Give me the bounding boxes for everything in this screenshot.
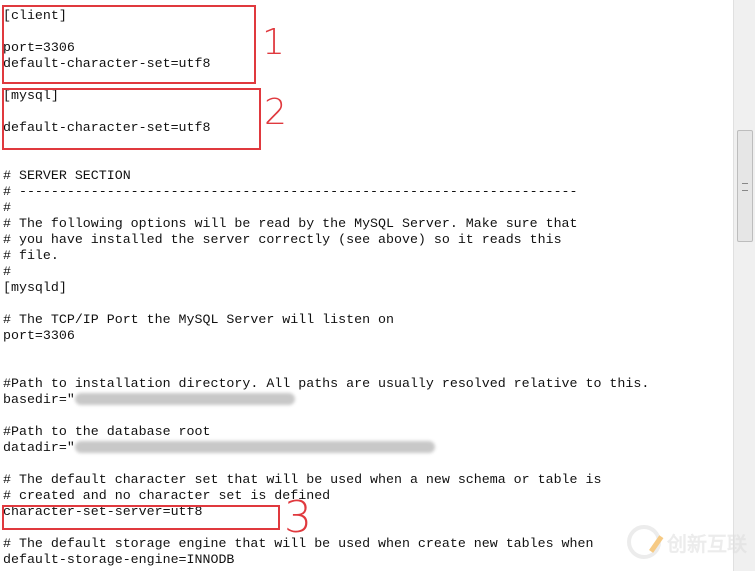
config-line: # [3, 200, 649, 216]
config-line: # The default character set that will be… [3, 472, 649, 488]
config-line: # file. [3, 248, 649, 264]
config-line: datadir=" [3, 440, 649, 456]
config-line: # you have installed the server correctl… [3, 232, 649, 248]
line-text: # SERVER SECTION [3, 168, 131, 183]
line-text: port=3306 [3, 328, 75, 343]
config-line: # The following options will be read by … [3, 216, 649, 232]
line-text: [mysqld] [3, 280, 67, 295]
config-line: basedir=" [3, 392, 649, 408]
annotation-number-2: 2 [264, 92, 287, 133]
redacted-path [74, 441, 435, 454]
line-text: #Path to installation directory. All pat… [3, 376, 650, 391]
config-line [3, 360, 649, 376]
line-text: # The default character set that will be… [3, 472, 602, 487]
line-text: # [3, 264, 11, 279]
watermark: 创新互联 [627, 525, 747, 559]
config-line: # created and no character set is define… [3, 488, 649, 504]
config-line: # The TCP/IP Port the MySQL Server will … [3, 312, 649, 328]
line-text: #Path to the database root [3, 424, 211, 439]
config-line: # The default storage engine that will b… [3, 536, 649, 552]
line-text: # you have installed the server correctl… [3, 232, 562, 247]
watermark-text: 创新互联 [667, 531, 747, 556]
config-line [3, 344, 649, 360]
line-text: datadir=" [3, 440, 75, 455]
redacted-path [74, 393, 295, 406]
config-line: default-storage-engine=INNODB [3, 552, 649, 568]
config-line [3, 152, 649, 168]
line-text: basedir=" [3, 392, 75, 407]
config-line [3, 456, 649, 472]
annotation-number-3: 3 [284, 492, 312, 543]
config-line [3, 296, 649, 312]
annotation-number-1: 1 [262, 22, 285, 63]
highlight-box-2 [2, 88, 261, 150]
line-text: # [3, 200, 11, 215]
config-line: port=3306 [3, 328, 649, 344]
highlight-box-1 [2, 5, 256, 84]
line-text: default-storage-engine=INNODB [3, 552, 235, 567]
config-line: # SERVER SECTION [3, 168, 649, 184]
scrollbar-thumb[interactable] [737, 130, 753, 242]
highlight-box-3 [2, 505, 280, 530]
grip-icon [742, 183, 748, 191]
config-line: #Path to the database root [3, 424, 649, 440]
config-line: [mysqld] [3, 280, 649, 296]
config-line: #Path to installation directory. All pat… [3, 376, 649, 392]
config-line: # [3, 264, 649, 280]
config-line: # --------------------------------------… [3, 184, 649, 200]
watermark-logo-icon [627, 525, 661, 559]
line-text: # --------------------------------------… [3, 184, 578, 199]
line-text: # created and no character set is define… [3, 488, 331, 503]
config-line [3, 408, 649, 424]
text-editor[interactable]: [client] port=3306 default-character-set=u… [0, 0, 733, 571]
line-text: # The TCP/IP Port the MySQL Server will … [3, 312, 394, 327]
vertical-scrollbar[interactable] [733, 0, 755, 571]
line-text: # file. [3, 248, 59, 263]
line-text: # The following options will be read by … [3, 216, 578, 231]
